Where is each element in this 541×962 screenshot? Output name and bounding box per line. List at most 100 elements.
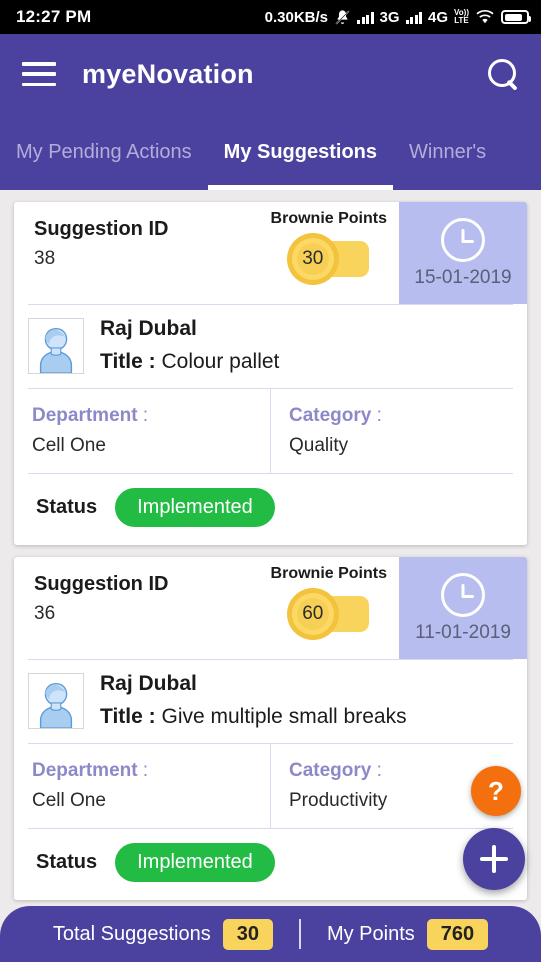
my-points-group[interactable]: My Points 760	[301, 918, 514, 950]
brownie-points-block: Brownie Points 30	[271, 202, 399, 304]
status-bar-time: 12:27 PM	[16, 7, 92, 26]
bell-muted-icon	[334, 9, 351, 26]
title-colon: :	[148, 705, 156, 728]
title-colon: :	[148, 350, 156, 373]
avatar	[28, 672, 84, 729]
add-suggestion-fab-button[interactable]	[463, 828, 525, 890]
card-meta-row: Department : Cell One Category : Quality	[14, 389, 527, 473]
brownie-points-value: 60	[302, 603, 324, 624]
brownie-points-label: Brownie Points	[270, 565, 387, 582]
suggestions-list[interactable]: Suggestion ID 38 Brownie Points 30 15-01…	[0, 190, 541, 962]
status-badge: Implemented	[115, 843, 275, 882]
status-bar: 12:27 PM 0.30KB/s 3G 4G Vo)) LTE	[0, 0, 541, 34]
user-info: Raj Dubal Title : Give multiple small br…	[100, 672, 407, 729]
card-header-row: Suggestion ID 36 Brownie Points 60 11-01…	[14, 557, 527, 659]
brownie-points-badge: 30	[285, 232, 373, 286]
tab-label: Winner's	[409, 140, 487, 163]
suggestion-id-block: Suggestion ID 36	[14, 557, 271, 659]
app-title: myeNovation	[82, 58, 254, 89]
brownie-points-value: 30	[302, 248, 324, 269]
bottom-summary-bar: Total Suggestions 30 My Points 760	[0, 906, 541, 962]
category-colon: :	[376, 405, 382, 426]
date-panel: 15-01-2019	[399, 202, 527, 304]
department-colon: :	[142, 760, 149, 781]
suggestion-id-label: Suggestion ID	[34, 218, 169, 240]
wifi-icon	[475, 9, 495, 25]
battery-icon	[501, 10, 531, 24]
tab-my-suggestions[interactable]: My Suggestions	[207, 114, 394, 190]
suggestion-id-value: 36	[34, 603, 56, 624]
signal-bars-1-icon	[357, 11, 374, 24]
department-value: Cell One	[32, 790, 106, 811]
status-badge: Implemented	[115, 488, 275, 527]
my-points-value: 760	[426, 918, 489, 950]
status-label: Status	[36, 851, 98, 873]
help-fab-button[interactable]: ?	[471, 766, 521, 816]
title-label: Title	[100, 350, 143, 373]
department-cell: Department : Cell One	[14, 389, 270, 473]
card-meta-row: Department : Cell One Category : Product…	[14, 744, 527, 828]
date-panel: 11-01-2019	[399, 557, 527, 659]
search-icon[interactable]	[485, 57, 519, 91]
network-4g-label: 4G	[428, 8, 449, 26]
my-points-label: My Points	[326, 922, 415, 945]
suggestion-id-value: 38	[34, 248, 56, 269]
clock-icon	[441, 217, 485, 262]
suggestion-card[interactable]: Suggestion ID 36 Brownie Points 60 11-01…	[14, 557, 527, 900]
tab-label: My Suggestions	[223, 140, 378, 163]
department-colon: :	[142, 405, 149, 426]
brownie-points-badge: 60	[285, 587, 373, 641]
department-value: Cell One	[32, 435, 106, 456]
department-label-text: Department	[32, 405, 138, 426]
user-name: Raj Dubal	[100, 672, 197, 695]
signal-bars-2-icon	[405, 11, 423, 24]
user-info: Raj Dubal Title : Colour pallet	[100, 317, 279, 374]
category-label: Category :	[289, 405, 527, 427]
clock-icon	[441, 572, 485, 617]
data-rate-text: 0.30KB/s	[264, 8, 328, 26]
department-cell: Department : Cell One	[14, 744, 270, 828]
department-label: Department :	[32, 405, 270, 427]
card-user-row: Raj Dubal Title : Give multiple small br…	[14, 660, 527, 743]
tab-winners[interactable]: Winner's	[393, 114, 541, 190]
avatar	[28, 317, 84, 374]
phone-screen: 12:27 PM 0.30KB/s 3G 4G Vo)) LTE myeNova…	[0, 0, 541, 962]
suggestion-title-row: Title : Give multiple small breaks	[100, 705, 407, 729]
suggestion-id-block: Suggestion ID 38	[14, 202, 271, 304]
card-status-row: Status Implemented	[14, 829, 527, 900]
brownie-points-block: Brownie Points 60	[271, 557, 399, 659]
suggestion-title-value: Colour pallet	[161, 350, 280, 373]
department-label: Department :	[32, 760, 270, 782]
date-value: 11-01-2019	[415, 621, 511, 643]
suggestion-id-label: Suggestion ID	[34, 573, 169, 595]
total-suggestions-group[interactable]: Total Suggestions 30	[27, 918, 299, 950]
card-header-row: Suggestion ID 38 Brownie Points 30 15-01…	[14, 202, 527, 304]
suggestion-card[interactable]: Suggestion ID 38 Brownie Points 30 15-01…	[14, 202, 527, 545]
status-label: Status	[36, 496, 98, 518]
department-label-text: Department	[32, 760, 138, 781]
hamburger-icon[interactable]	[22, 62, 56, 86]
brownie-points-label: Brownie Points	[270, 210, 387, 227]
date-value: 15-01-2019	[414, 266, 512, 288]
user-name: Raj Dubal	[100, 317, 197, 340]
tab-my-pending-actions[interactable]: My Pending Actions	[0, 114, 208, 190]
app-bar: myeNovation	[0, 34, 541, 114]
category-label-text: Category	[289, 405, 372, 426]
total-suggestions-value: 30	[222, 918, 273, 950]
question-mark-icon: ?	[488, 775, 504, 806]
tab-label: My Pending Actions	[16, 140, 192, 163]
total-suggestions-label: Total Suggestions	[52, 922, 211, 945]
suggestion-title-row: Title : Colour pallet	[100, 350, 279, 374]
category-label-text: Category	[289, 760, 372, 781]
category-cell: Category : Quality	[270, 389, 527, 473]
tab-bar: My Pending Actions My Suggestions Winner…	[0, 114, 541, 190]
network-3g-label: 3G	[379, 8, 400, 26]
card-status-row: Status Implemented	[14, 474, 527, 545]
category-value: Quality	[289, 435, 349, 456]
title-label: Title	[100, 705, 143, 728]
status-bar-icons: 0.30KB/s 3G 4G Vo)) LTE	[264, 8, 531, 26]
card-user-row: Raj Dubal Title : Colour pallet	[14, 305, 527, 388]
volte-icon: Vo)) LTE	[454, 8, 469, 25]
suggestion-title-value: Give multiple small breaks	[161, 705, 407, 728]
category-colon: :	[376, 760, 382, 781]
